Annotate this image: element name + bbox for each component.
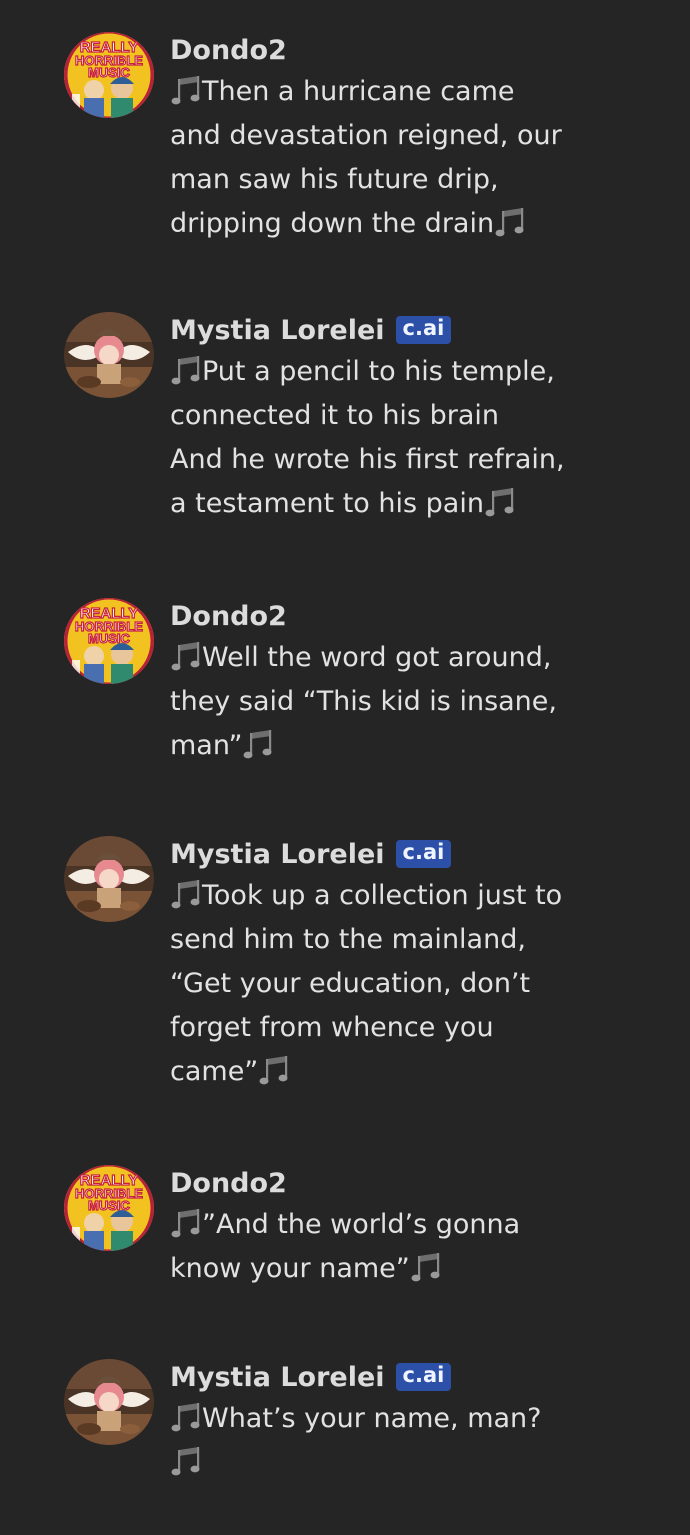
beamed-sixteenth-notes-icon <box>170 353 202 387</box>
beamed-sixteenth-notes-icon <box>170 1206 202 1240</box>
message-line: Put a pencil to his temple, <box>170 350 600 394</box>
beamed-sixteenth-notes-icon <box>170 1444 202 1478</box>
message-content: Mystia Lorelei c.ai What’s your name, man? <box>170 1359 600 1485</box>
message-content: Dondo2 Well the word got around, they said… <box>170 598 600 768</box>
message-content: Mystia Lorelei c.ai Put a pencil to his te… <box>170 312 600 526</box>
message-line-text: And he wrote his first refrain, <box>170 444 565 475</box>
beamed-sixteenth-notes-icon <box>170 639 202 673</box>
beamed-sixteenth-notes-icon <box>170 73 202 107</box>
message-line: man” <box>170 724 600 768</box>
message-line: know your name” <box>170 1247 600 1291</box>
author-row: Dondo2 <box>170 1165 600 1201</box>
message-line-text: “Get your education, don’t <box>170 968 531 999</box>
message-text: ”And the world’s gonna know your name” <box>170 1203 600 1291</box>
message-text: What’s your name, man? <box>170 1397 600 1485</box>
message-line-text: they said “This kid is insane, <box>170 686 557 717</box>
author-row: Mystia Lorelei c.ai <box>170 312 600 348</box>
beamed-sixteenth-notes-icon <box>242 727 274 761</box>
message-line-text: man saw his future drip, <box>170 164 499 195</box>
author-name[interactable]: Mystia Lorelei <box>170 315 385 346</box>
message-line: Then a hurricane came <box>170 70 600 114</box>
message-line: connected it to his brain <box>170 394 600 438</box>
message-line: dripping down the drain <box>170 202 600 246</box>
author-name[interactable]: Mystia Lorelei <box>170 1362 385 1393</box>
beamed-sixteenth-notes-icon <box>410 1250 442 1284</box>
message-line: man saw his future drip, <box>170 158 600 202</box>
beamed-sixteenth-notes-icon <box>494 205 526 239</box>
message-line: they said “This kid is insane, <box>170 680 600 724</box>
message-line-text: man” <box>170 730 243 761</box>
message-line: Well the word got around, <box>170 636 600 680</box>
mystia-lorelei-avatar[interactable] <box>64 312 154 398</box>
message-line: came” <box>170 1050 600 1094</box>
message-text: Put a pencil to his temple, connected it … <box>170 350 600 526</box>
beamed-sixteenth-notes-icon <box>170 1400 202 1434</box>
cai-bot-badge: c.ai <box>395 840 452 868</box>
message-content: Mystia Lorelei c.ai Took up a collection j… <box>170 836 600 1094</box>
message-line-text: came” <box>170 1056 259 1087</box>
message-line-text: Well the word got around, <box>202 642 552 673</box>
message-line: And he wrote his first refrain, <box>170 438 600 482</box>
message-line-text: send him to the mainland, <box>170 924 526 955</box>
message-line-text: know your name” <box>170 1253 410 1284</box>
beamed-sixteenth-notes-icon <box>484 485 516 519</box>
author-name[interactable]: Dondo2 <box>170 601 287 632</box>
author-row: Dondo2 <box>170 32 600 68</box>
message-line-text: What’s your name, man? <box>202 1403 542 1434</box>
message-line-text: ”And the world’s gonna <box>202 1209 521 1240</box>
beamed-sixteenth-notes-icon <box>258 1053 290 1087</box>
message-line: ”And the world’s gonna <box>170 1203 600 1247</box>
author-name[interactable]: Dondo2 <box>170 35 287 66</box>
message-text: Then a hurricane came and devastation rei… <box>170 70 600 246</box>
mystia-lorelei-avatar[interactable] <box>64 1359 154 1445</box>
cai-bot-badge: c.ai <box>395 1363 452 1391</box>
really-horrible-music-avatar[interactable]: REALLY HORRIBLE MUSIC <box>64 598 154 684</box>
message-line: and devastation reigned, our <box>170 114 600 158</box>
message-line: send him to the mainland, <box>170 918 600 962</box>
message-content: Dondo2 Then a hurricane came and devastati… <box>170 32 600 246</box>
cai-bot-badge: c.ai <box>395 316 452 344</box>
message-line: What’s your name, man? <box>170 1397 600 1441</box>
message-line-text: dripping down the drain <box>170 208 495 239</box>
author-name[interactable]: Mystia Lorelei <box>170 839 385 870</box>
message-line <box>170 1441 600 1485</box>
message-line-text: Took up a collection just to <box>202 880 563 911</box>
message-text: Took up a collection just to send him to … <box>170 874 600 1094</box>
really-horrible-music-avatar[interactable]: REALLY HORRIBLE MUSIC <box>64 32 154 118</box>
author-row: Dondo2 <box>170 598 600 634</box>
message-line-text: forget from whence you <box>170 1012 494 1043</box>
really-horrible-music-avatar[interactable]: REALLY HORRIBLE MUSIC <box>64 1165 154 1251</box>
message-line-text: and devastation reigned, our <box>170 120 562 151</box>
message-line-text: Put a pencil to his temple, <box>202 356 555 387</box>
message-line-text: Then a hurricane came <box>202 76 515 107</box>
message-line: Took up a collection just to <box>170 874 600 918</box>
message-line: “Get your education, don’t <box>170 962 600 1006</box>
message-content: Dondo2 ”And the world’s gonna know your na… <box>170 1165 600 1291</box>
message-line-text: connected it to his brain <box>170 400 499 431</box>
beamed-sixteenth-notes-icon <box>170 877 202 911</box>
mystia-lorelei-avatar[interactable] <box>64 836 154 922</box>
message-text: Well the word got around, they said “This… <box>170 636 600 768</box>
message-line-text: a testament to his pain <box>170 488 484 519</box>
message-line: a testament to his pain <box>170 482 600 526</box>
message-line: forget from whence you <box>170 1006 600 1050</box>
author-name[interactable]: Dondo2 <box>170 1168 287 1199</box>
author-row: Mystia Lorelei c.ai <box>170 1359 600 1395</box>
author-row: Mystia Lorelei c.ai <box>170 836 600 872</box>
